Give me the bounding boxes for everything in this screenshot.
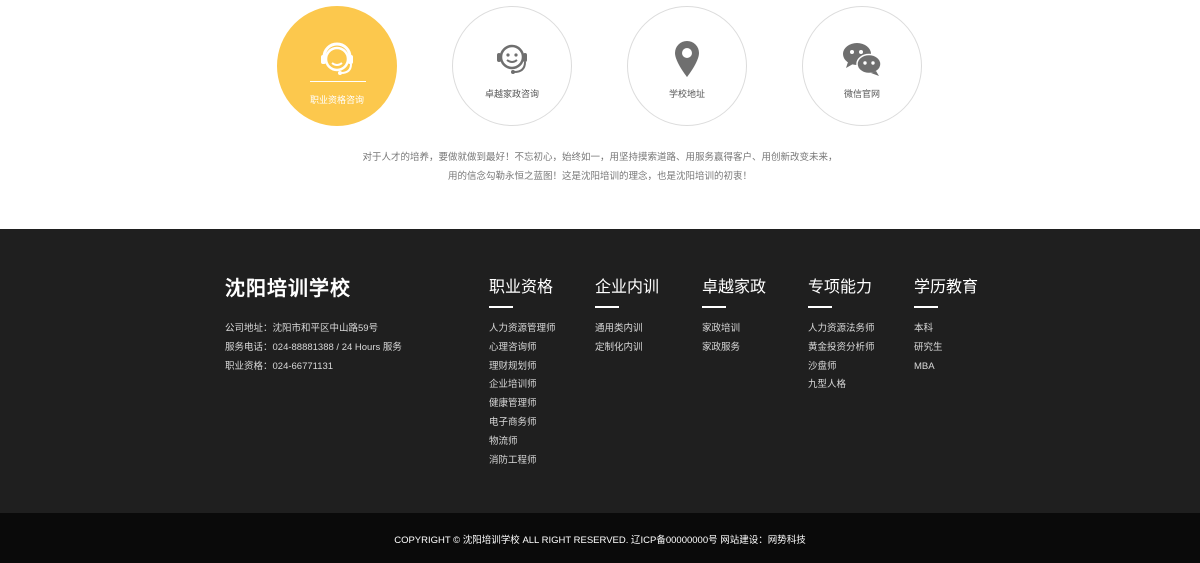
- footer-link[interactable]: 人力资源管理师: [489, 320, 556, 339]
- footer-column-career: 职业资格 人力资源管理师 心理咨询师 理财规划师 企业培训师 健康管理师 电子商…: [489, 273, 556, 470]
- footer-link[interactable]: 沙盘师: [808, 358, 875, 377]
- footer-link[interactable]: 家政培训: [702, 320, 766, 339]
- footer-column-title: 学历教育: [914, 279, 979, 296]
- wechat-icon: [843, 43, 882, 76]
- service-label: 学校地址: [668, 89, 705, 99]
- service-career-consult[interactable]: 职业资格咨询: [277, 6, 397, 126]
- intro-line: 对于人才的培养，要做就做到最好！不忘初心，始终如一，用坚持摸索道路、用服务赢得客…: [362, 152, 838, 163]
- footer-brand: 沈阳培训学校: [225, 278, 351, 300]
- footer-link[interactable]: 理财规划师: [489, 358, 556, 377]
- footer-column-corporate: 企业内训 通用类内训 定制化内训: [595, 273, 659, 358]
- footer-link[interactable]: 家政服务: [702, 339, 766, 358]
- footer-column-housekeeping: 卓越家政 家政培训 家政服务: [702, 273, 766, 358]
- footer-link[interactable]: 电子商务师: [489, 414, 556, 433]
- title-divider: [489, 306, 513, 308]
- footer-column-title: 卓越家政: [702, 279, 767, 296]
- smile-headset-icon: [497, 44, 527, 74]
- footer-link[interactable]: 定制化内训: [595, 339, 659, 358]
- headset-agent-icon: [321, 42, 353, 75]
- footer-cert-phone: 职业资格：024-66771131: [225, 361, 334, 372]
- intro-text: 对于人才的培养，要做就做到最好！不忘初心，始终如一，用坚持摸索道路、用服务赢得客…: [0, 148, 1200, 186]
- footer-column-title: 职业资格: [489, 279, 554, 296]
- intro-line: 用的信念勾勒永恒之蓝图！这是沈阳培训的理念，也是沈阳培训的初衷！: [447, 171, 752, 182]
- service-section: 职业资格咨询 卓越家政咨询 学校地址 微信官网 对于人才的培养，要做就做到最好！…: [0, 0, 1200, 229]
- footer-column-special: 专项能力 人力资源法务师 黄金投资分析师 沙盘师 九型人格: [808, 273, 875, 395]
- footer-link[interactable]: MBA: [914, 358, 978, 377]
- title-divider: [808, 306, 832, 308]
- location-pin-icon: [675, 41, 699, 77]
- service-wechat[interactable]: 微信官网: [802, 6, 922, 126]
- footer-link[interactable]: 健康管理师: [489, 395, 556, 414]
- footer-link[interactable]: 本科: [914, 320, 978, 339]
- footer-link[interactable]: 消防工程师: [489, 452, 556, 471]
- active-underline: [310, 81, 366, 82]
- service-housekeeping-consult[interactable]: 卓越家政咨询: [452, 6, 572, 126]
- footer-link[interactable]: 人力资源法务师: [808, 320, 875, 339]
- footer-phone: 服务电话：024-88881388 / 24 Hours 服务: [225, 342, 402, 353]
- footer-link[interactable]: 心理咨询师: [489, 339, 556, 358]
- title-divider: [595, 306, 619, 308]
- footer-link[interactable]: 通用类内训: [595, 320, 659, 339]
- footer-link[interactable]: 企业培训师: [489, 376, 556, 395]
- footer-column-title: 专项能力: [808, 279, 873, 296]
- site-footer: 沈阳培训学校 公司地址：沈阳市和平区中山路59号 服务电话：024-888813…: [0, 229, 1200, 513]
- footer-column-degree: 学历教育 本科 研究生 MBA: [914, 273, 978, 376]
- footer-contact: 公司地址：沈阳市和平区中山路59号 服务电话：024-88881388 / 24…: [225, 319, 402, 376]
- service-school-address[interactable]: 学校地址: [627, 6, 747, 126]
- footer-address: 公司地址：沈阳市和平区中山路59号: [225, 323, 379, 334]
- title-divider: [702, 306, 726, 308]
- copyright-text: COPYRIGHT © 沈阳培训学校 ALL RIGHT RESERVED. 辽…: [394, 535, 806, 546]
- copyright-bar: COPYRIGHT © 沈阳培训学校 ALL RIGHT RESERVED. 辽…: [0, 513, 1200, 563]
- title-divider: [914, 306, 938, 308]
- footer-column-title: 企业内训: [595, 279, 660, 296]
- service-label: 职业资格咨询: [309, 95, 364, 105]
- service-label: 卓越家政咨询: [484, 89, 539, 99]
- footer-link[interactable]: 研究生: [914, 339, 978, 358]
- service-label: 微信官网: [843, 89, 880, 99]
- footer-link[interactable]: 黄金投资分析师: [808, 339, 875, 358]
- footer-link[interactable]: 九型人格: [808, 376, 875, 395]
- footer-link[interactable]: 物流师: [489, 433, 556, 452]
